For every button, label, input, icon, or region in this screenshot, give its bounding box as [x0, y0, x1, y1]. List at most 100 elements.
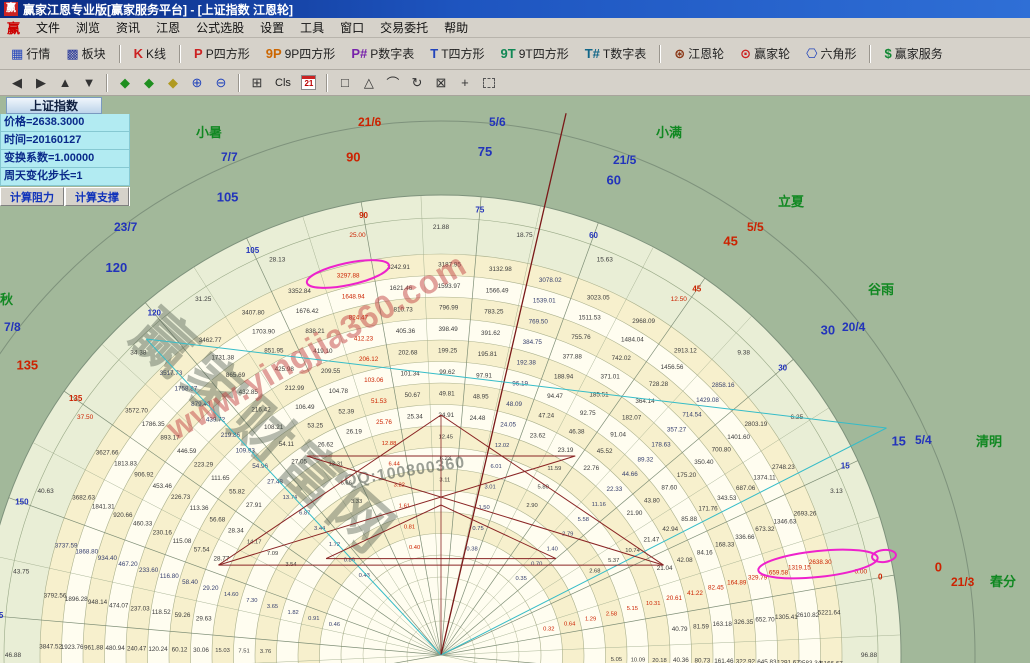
go-back-button[interactable]: ◀ [6, 73, 28, 93]
triangle-tool-button[interactable]: △ [358, 73, 380, 93]
svg-text:961.88: 961.88 [84, 644, 104, 651]
toolbar-button-gann-wheel[interactable]: ⊛ 江恩轮 [667, 41, 731, 67]
svg-text:91.04: 91.04 [610, 431, 626, 438]
diamond-button-2[interactable]: ◆ [138, 73, 160, 93]
toolbar-button-t-square[interactable]: T T四方形 [423, 41, 491, 67]
svg-text:3.13: 3.13 [830, 488, 843, 495]
svg-text:1.29: 1.29 [585, 616, 596, 622]
svg-text:82.45: 82.45 [708, 585, 724, 592]
toolbar-button-kline[interactable]: K K线 [127, 41, 173, 67]
svg-text:28.13: 28.13 [269, 257, 286, 264]
svg-text:5.37: 5.37 [608, 558, 619, 564]
svg-text:120.24: 120.24 [148, 646, 168, 653]
svg-text:90: 90 [359, 211, 368, 220]
calendar-button[interactable]: 21 [298, 73, 320, 93]
svg-text:14.60: 14.60 [224, 592, 239, 598]
menu-trade[interactable]: 交易委托 [372, 17, 436, 38]
winner-wheel-icon: ⊙ [740, 46, 751, 62]
svg-text:1676.42: 1676.42 [296, 308, 319, 315]
diamond-button-1[interactable]: ◆ [114, 73, 136, 93]
go-forward-button[interactable]: ▶ [30, 73, 52, 93]
quotes-icon: ▦ [11, 46, 23, 62]
svg-text:43.75: 43.75 [13, 569, 30, 576]
toolbar-button-p-square[interactable]: P P四方形 [187, 41, 257, 67]
svg-text:116.80: 116.80 [160, 573, 179, 580]
svg-text:115.08: 115.08 [173, 538, 192, 545]
svg-text:3242.91: 3242.91 [387, 264, 410, 271]
toolbar-button-hexagon[interactable]: ⎔ 六角形 [799, 41, 863, 67]
diamond-button-3[interactable]: ◆ [162, 73, 184, 93]
toolbar-button-service[interactable]: $ 赢家服务 [877, 41, 949, 67]
svg-text:2968.09: 2968.09 [632, 318, 655, 325]
move-tool-button[interactable]: + [454, 73, 476, 93]
menu-help[interactable]: 帮助 [436, 17, 476, 38]
svg-text:30.06: 30.06 [193, 647, 209, 654]
menu-settings[interactable]: 设置 [252, 17, 292, 38]
zoom-out-button[interactable]: ⊖ [210, 73, 232, 93]
svg-text:清明: 清明 [976, 434, 1002, 449]
arc-tool-button[interactable]: ⌒ [382, 73, 404, 93]
cls-button[interactable]: Cls [270, 73, 296, 93]
svg-text:0.70: 0.70 [531, 561, 542, 567]
svg-text:15.03: 15.03 [215, 648, 230, 654]
menu-tools[interactable]: 工具 [292, 17, 332, 38]
svg-text:秋: 秋 [0, 292, 14, 307]
svg-text:226.73: 226.73 [171, 494, 191, 501]
gann-wheel[interactable]: 2638.302693.262748.232803.192858.162913.… [0, 96, 1030, 663]
toolbar-button-sectors[interactable]: ▩ 板块 [59, 41, 112, 67]
svg-text:460.33: 460.33 [133, 521, 153, 528]
filter-button[interactable]: ▼ [78, 73, 100, 93]
calc-resistance-button[interactable]: 计算阻力 [0, 187, 64, 206]
menu-gann[interactable]: 江恩 [148, 17, 188, 38]
svg-text:467.20: 467.20 [118, 561, 138, 568]
zoom-in-button[interactable]: ⊕ [186, 73, 208, 93]
calc-support-button[interactable]: 计算支撑 [65, 187, 129, 206]
svg-text:3407.80: 3407.80 [242, 310, 265, 317]
svg-text:75: 75 [478, 144, 492, 159]
menu-formula-stock-pick[interactable]: 公式选股 [188, 17, 252, 38]
rect-tool-button[interactable]: □ [334, 73, 356, 93]
toolbar-separator [179, 45, 181, 63]
main-area: 2638.302693.262748.232803.192858.162913.… [0, 96, 1030, 663]
toolbar-button-t-table[interactable]: T# T数字表 [578, 41, 654, 67]
toolbar-button-label: T四方形 [441, 45, 484, 62]
svg-text:206.12: 206.12 [359, 356, 379, 363]
svg-text:57.54: 57.54 [194, 547, 210, 554]
svg-text:652.70: 652.70 [755, 617, 775, 624]
svg-text:1374.11: 1374.11 [753, 475, 776, 482]
select-region-button[interactable] [478, 73, 500, 93]
svg-text:1813.83: 1813.83 [114, 461, 137, 468]
svg-text:728.28: 728.28 [649, 381, 669, 388]
menu-news[interactable]: 资讯 [108, 17, 148, 38]
grid-small-button[interactable]: ⊞ [246, 73, 268, 93]
svg-text:240.47: 240.47 [127, 645, 147, 652]
toolbar-button-p-table[interactable]: P# P数字表 [344, 41, 421, 67]
boxed-x-tool-button[interactable]: ⊠ [430, 73, 452, 93]
toolbar-button-quotes[interactable]: ▦ 行情 [4, 41, 57, 67]
svg-text:1291.67: 1291.67 [777, 660, 800, 663]
svg-text:60: 60 [589, 231, 598, 240]
pointer-up-button[interactable]: ▲ [54, 73, 76, 93]
toolbar-button-winner-wheel[interactable]: ⊙ 赢家轮 [733, 41, 797, 67]
svg-text:1319.15: 1319.15 [788, 564, 811, 571]
svg-text:56.68: 56.68 [210, 516, 226, 523]
menu-file[interactable]: 文件 [28, 17, 68, 38]
menu-window[interactable]: 窗口 [332, 17, 372, 38]
toolbar-button-9p-square[interactable]: 9P 9P四方形 [259, 41, 343, 67]
svg-text:326.35: 326.35 [734, 619, 754, 626]
svg-text:55.82: 55.82 [229, 488, 245, 495]
rotate-tool-button[interactable]: ↻ [406, 73, 428, 93]
svg-text:7.09: 7.09 [267, 551, 278, 557]
service-icon: $ [884, 46, 891, 61]
svg-text:21.88: 21.88 [433, 224, 450, 231]
svg-text:3572.70: 3572.70 [125, 408, 148, 415]
toolbar-button-9t-square[interactable]: 9T 9T四方形 [494, 41, 576, 67]
svg-text:3.65: 3.65 [267, 604, 278, 610]
svg-text:659.58: 659.58 [769, 569, 789, 576]
menu-browse[interactable]: 浏览 [68, 17, 108, 38]
svg-text:52.39: 52.39 [338, 408, 354, 415]
svg-text:21.04: 21.04 [657, 565, 673, 572]
svg-text:106.49: 106.49 [295, 404, 315, 411]
svg-text:26.19: 26.19 [346, 428, 362, 435]
toolbar-button-label: 江恩轮 [688, 45, 724, 62]
